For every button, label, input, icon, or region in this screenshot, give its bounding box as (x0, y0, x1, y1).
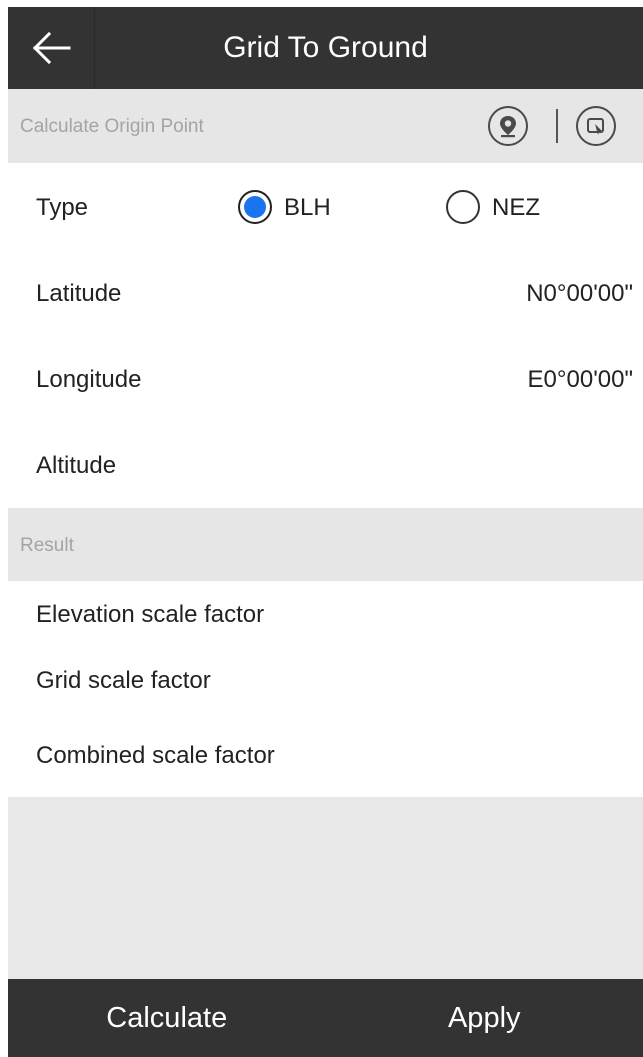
elevation-scale-factor-row: Elevation scale factor (8, 581, 643, 648)
result-section-header: Result (8, 508, 643, 581)
radio-blh[interactable] (238, 190, 272, 224)
elevation-scale-factor-label: Elevation scale factor (36, 601, 265, 628)
combined-scale-factor-label: Combined scale factor (36, 742, 275, 769)
app-screen: Grid To Ground Calculate Origin Point Ty… (8, 7, 643, 1057)
grid-scale-factor-label: Grid scale factor (36, 667, 211, 694)
bottom-action-bar: Calculate Apply (8, 979, 643, 1057)
longitude-value[interactable]: E0°00'00" (528, 366, 633, 394)
radio-nez[interactable] (446, 190, 480, 224)
origin-section-label: Calculate Origin Point (20, 116, 204, 137)
type-row: Type BLH NEZ (8, 163, 643, 251)
location-pin-button[interactable] (488, 106, 528, 146)
page-title: Grid To Ground (223, 31, 428, 64)
combined-scale-factor-row: Combined scale factor (8, 713, 643, 797)
radio-nez-label[interactable]: NEZ (492, 194, 540, 222)
origin-section-header: Calculate Origin Point (8, 89, 643, 163)
grid-scale-factor-row: Grid scale factor (8, 647, 643, 714)
icon-separator (556, 109, 558, 143)
app-header: Grid To Ground (8, 7, 643, 89)
radio-blh-label[interactable]: BLH (284, 194, 331, 222)
altitude-row[interactable]: Altitude (8, 422, 643, 508)
latitude-value[interactable]: N0°00'00" (526, 280, 633, 308)
calculate-button[interactable]: Calculate (8, 979, 326, 1057)
left-margin (0, 0, 8, 1057)
type-label: Type (36, 194, 89, 221)
latitude-row[interactable]: Latitude N0°00'00" (8, 250, 643, 337)
top-margin (0, 0, 643, 7)
latitude-label: Latitude (36, 280, 122, 307)
back-button[interactable] (8, 7, 95, 89)
longitude-row[interactable]: Longitude E0°00'00" (8, 336, 643, 423)
location-pin-icon (500, 116, 516, 138)
altitude-label: Altitude (36, 452, 117, 479)
select-point-icon (587, 118, 604, 135)
result-section-label: Result (20, 535, 74, 556)
select-point-button[interactable] (576, 106, 616, 146)
arrow-left-icon (32, 31, 71, 65)
apply-button[interactable]: Apply (326, 979, 643, 1057)
longitude-label: Longitude (36, 366, 142, 393)
